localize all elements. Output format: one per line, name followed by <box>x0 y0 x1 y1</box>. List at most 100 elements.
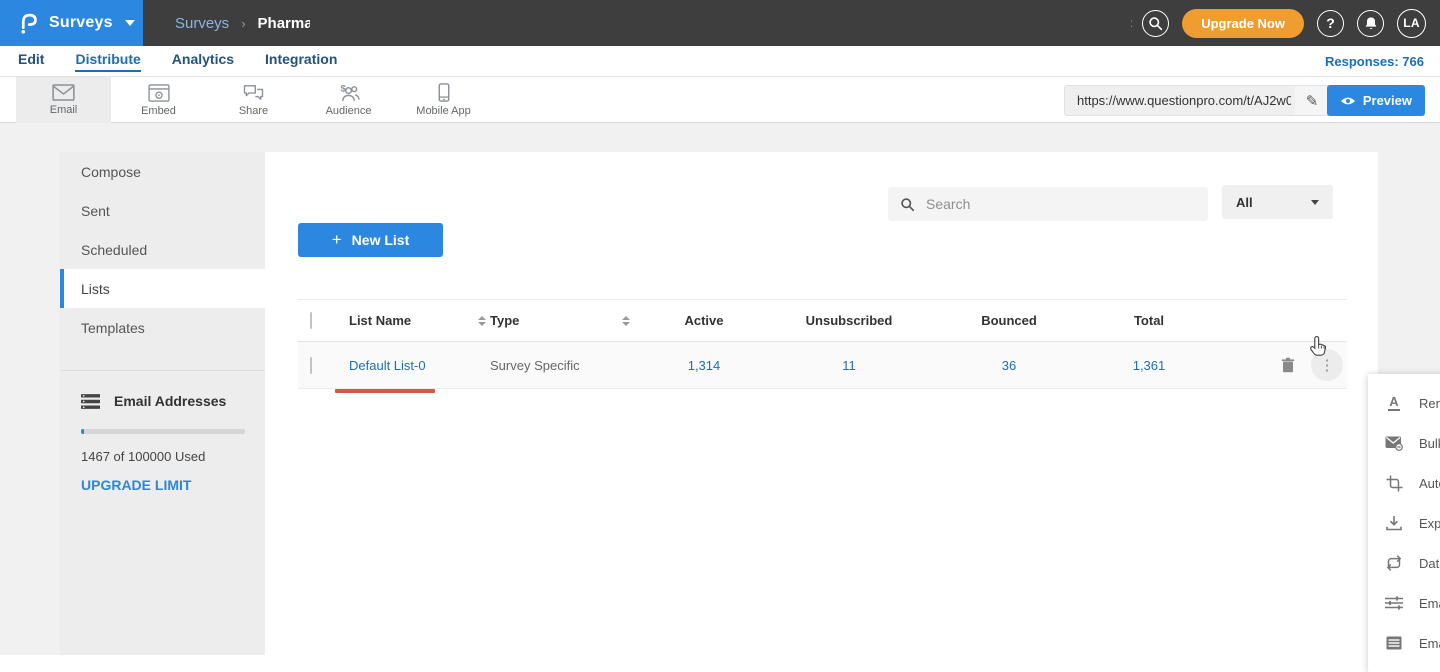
sidebar-item-compose[interactable]: Compose <box>60 152 265 191</box>
kebab-icon: ⋮ <box>1320 358 1335 373</box>
email-icon <box>52 84 75 101</box>
top-bar: Surveys Surveys › Pharma : Upgrade Now ? <box>0 0 1440 46</box>
channel-label: Audience <box>326 105 372 117</box>
channel-label: Mobile App <box>416 105 470 117</box>
email-filter-icon <box>1384 596 1404 610</box>
chevron-down-icon <box>1311 200 1319 205</box>
sidebar-item-lists[interactable]: Lists <box>60 269 265 308</box>
table-row: Default List-0 Survey Specific 1,314 11 … <box>298 342 1347 389</box>
eye-icon <box>1340 96 1356 106</box>
new-list-button[interactable]: + New List <box>298 223 443 257</box>
filter-dropdown[interactable]: All <box>1222 185 1333 219</box>
column-list-name: List Name <box>349 313 411 328</box>
responses-count[interactable]: Responses: 766 <box>1325 54 1424 69</box>
red-annotation-underline <box>335 389 435 393</box>
email-usage-text: 1467 of 100000 Used <box>81 449 245 464</box>
upgrade-limit-link[interactable]: UPGRADE LIMIT <box>81 477 245 493</box>
table-header-row: List Name Type Active Unsubscribed Bounc… <box>298 299 1347 342</box>
column-bounced: Bounced <box>934 313 1084 328</box>
unsubscribed-count-link[interactable]: 11 <box>764 358 934 373</box>
breadcrumb-surveys-link[interactable]: Surveys <box>175 15 229 32</box>
search-button[interactable] <box>1142 10 1169 37</box>
email-template-settings-icon <box>1384 636 1404 650</box>
total-count-link[interactable]: 1,361 <box>1084 358 1214 373</box>
column-type: Type <box>490 313 519 328</box>
sidebar-item-scheduled[interactable]: Scheduled <box>60 230 265 269</box>
questionpro-logo-icon <box>17 9 39 37</box>
channel-label: Embed <box>141 105 176 117</box>
menu-item-rename[interactable]: A Rename <box>1368 383 1440 423</box>
embed-icon <box>148 84 170 102</box>
email-sidebar: Compose Sent Scheduled Lists Templates <box>60 152 265 655</box>
question-mark-icon: ? <box>1326 15 1335 31</box>
data-sync-icon <box>1384 555 1404 571</box>
sort-icon[interactable] <box>622 316 630 326</box>
help-button[interactable]: ? <box>1317 10 1344 37</box>
channel-share[interactable]: Share <box>206 77 301 123</box>
avatar[interactable]: LA <box>1397 9 1426 38</box>
channel-embed[interactable]: Embed <box>111 77 206 123</box>
sidebar-item-templates[interactable]: Templates <box>60 308 265 347</box>
channel-label: Share <box>239 105 268 117</box>
menu-item-data-sync[interactable]: Data Sync <box>1368 543 1440 583</box>
survey-url-box: ✎ <box>1064 85 1330 116</box>
audience-icon: $ <box>337 83 361 102</box>
sort-icon[interactable] <box>478 316 486 326</box>
channel-audience[interactable]: $ Audience <box>301 77 396 123</box>
delete-list-trash-icon[interactable] <box>1281 357 1295 373</box>
lists-panel: All + New List List Name Type Active Uns… <box>265 152 1378 655</box>
breadcrumb-current-survey: Pharma <box>258 15 310 32</box>
sidebar-item-sent[interactable]: Sent <box>60 191 265 230</box>
channel-list: Email Embed Share <box>16 77 491 123</box>
search-icon <box>1148 16 1163 31</box>
notifications-button[interactable] <box>1357 10 1384 37</box>
content-area: Compose Sent Scheduled Lists Templates <box>0 123 1440 655</box>
search-input[interactable] <box>924 195 1196 213</box>
tab-distribute[interactable]: Distribute <box>75 51 140 72</box>
breadcrumb-separator: › <box>241 16 245 31</box>
email-usage-progress-fill <box>81 429 84 434</box>
list-context-menu: A Rename Bulk Unsubscribe <box>1368 374 1440 672</box>
preview-button[interactable]: Preview <box>1327 85 1425 116</box>
list-type: Survey Specific <box>490 358 580 373</box>
channel-mobile-app[interactable]: Mobile App <box>396 77 491 123</box>
menu-item-export-batch[interactable]: Export Batch <box>1368 503 1440 543</box>
column-unsubscribed: Unsubscribed <box>764 313 934 328</box>
select-all-checkbox[interactable] <box>310 312 312 329</box>
edit-url-pencil-icon[interactable]: ✎ <box>1295 86 1329 115</box>
menu-item-bulk-unsubscribe[interactable]: Bulk Unsubscribe <box>1368 423 1440 463</box>
filter-value: All <box>1236 195 1253 210</box>
bell-icon <box>1364 16 1378 31</box>
menu-item-email-filter[interactable]: Email Filter <box>1368 583 1440 623</box>
survey-tab-bar: Edit Distribute Analytics Integration Re… <box>0 46 1440 77</box>
export-batch-icon <box>1384 515 1404 531</box>
upgrade-now-button[interactable]: Upgrade Now <box>1182 9 1304 38</box>
menu-item-email-template-settings[interactable]: Email Template Settings <box>1368 623 1440 663</box>
product-switcher[interactable]: Surveys <box>0 0 143 46</box>
rename-icon: A <box>1384 395 1404 411</box>
email-addresses-panel: Email Addresses 1467 of 100000 Used UPGR… <box>60 370 265 493</box>
search-icon <box>900 197 915 212</box>
list-name-link[interactable]: Default List-0 <box>349 358 426 373</box>
row-menu-kebab-button[interactable]: ⋮ <box>1311 349 1343 381</box>
bulk-unsubscribe-icon <box>1384 435 1404 451</box>
column-active: Active <box>644 313 764 328</box>
tab-edit[interactable]: Edit <box>18 51 44 72</box>
tab-integration[interactable]: Integration <box>265 51 337 72</box>
overflow-mark: : <box>1130 16 1133 30</box>
channel-email[interactable]: Email <box>16 77 111 123</box>
channel-label: Email <box>50 104 78 116</box>
survey-url-input[interactable] <box>1065 93 1295 108</box>
column-total: Total <box>1084 313 1214 328</box>
list-search-box <box>888 187 1208 221</box>
tab-analytics[interactable]: Analytics <box>172 51 234 72</box>
breadcrumb: Surveys › Pharma <box>175 0 310 46</box>
menu-item-automated-import[interactable]: Automated Import Tool <box>1368 463 1440 503</box>
active-count-link[interactable]: 1,314 <box>644 358 764 373</box>
product-name: Surveys <box>49 14 113 32</box>
email-addresses-title: Email Addresses <box>114 393 226 409</box>
bounced-count-link[interactable]: 36 <box>934 358 1084 373</box>
list-rows-icon <box>81 394 100 409</box>
row-checkbox[interactable] <box>310 357 312 374</box>
new-list-label: New List <box>352 232 410 248</box>
